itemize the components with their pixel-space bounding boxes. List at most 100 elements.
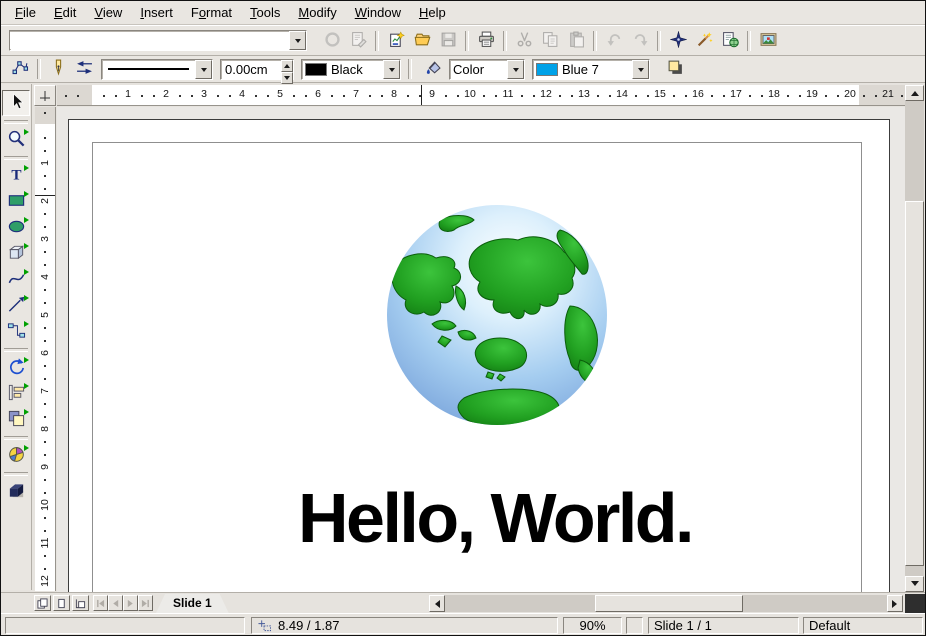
shadow-button[interactable] (662, 56, 688, 82)
menu-modify[interactable]: Modify (289, 2, 345, 23)
menu-file[interactable]: File (6, 2, 45, 23)
tool-3d-objects[interactable] (3, 242, 29, 266)
undo-icon (606, 31, 623, 51)
slide-title-text[interactable]: Hello, World. (290, 483, 700, 553)
tool-3d-controller[interactable] (3, 480, 29, 504)
line-pen-button[interactable] (45, 56, 71, 82)
separator (747, 31, 751, 51)
status-page-style-panel[interactable]: Default (803, 617, 923, 634)
spin-up-button[interactable] (281, 60, 293, 72)
vertical-scroll-thumb[interactable] (905, 201, 924, 566)
autopilot-button[interactable] (691, 28, 717, 54)
tool-alignment[interactable] (3, 382, 29, 406)
tool-insert[interactable] (3, 444, 29, 468)
line-style-dropdown-button[interactable] (195, 60, 212, 79)
ruler-number: 5 (277, 88, 283, 100)
chevron-down-icon (389, 68, 395, 75)
horizontal-scroll-thumb[interactable] (595, 595, 743, 612)
status-bar: 8.49 / 1.87 90% Slide 1 / 1 Default (1, 613, 926, 636)
globe-image[interactable] (384, 202, 610, 428)
arrow-right-icon (892, 600, 901, 608)
tool-arrange[interactable] (3, 408, 29, 432)
arrow-style-button[interactable] (71, 56, 97, 82)
curve-icon (7, 269, 26, 291)
ruler-number: 1 (39, 160, 51, 166)
menu-edit[interactable]: Edit (45, 2, 85, 23)
slide-tab[interactable]: Slide 1 (156, 594, 229, 613)
open-button[interactable] (409, 28, 435, 54)
submenu-arrow-icon (24, 269, 29, 275)
ruler-tick (369, 95, 371, 97)
gallery-button[interactable] (755, 28, 781, 54)
separator (503, 31, 507, 51)
open-icon (414, 31, 431, 51)
tool-rectangle[interactable] (3, 190, 29, 214)
status-position-panel[interactable]: 8.49 / 1.87 (251, 617, 558, 634)
ruler-tick (44, 264, 46, 266)
scroll-right-button[interactable] (887, 595, 903, 612)
fill-style-select[interactable]: Color (449, 59, 525, 80)
menu-view[interactable]: View (85, 2, 131, 23)
ruler-number: 3 (39, 236, 51, 242)
ruler-number: 16 (692, 88, 704, 100)
line-width-spinner[interactable]: 0.00cm (220, 59, 294, 80)
fill-button[interactable] (419, 56, 445, 82)
edit-points-button[interactable] (7, 56, 33, 82)
menu-help[interactable]: Help (410, 2, 455, 23)
layer-view-button[interactable] (72, 595, 89, 611)
fill-style-dropdown-button[interactable] (507, 60, 524, 79)
ruler-tick (44, 213, 46, 215)
fill-color-dropdown-button[interactable] (632, 60, 649, 79)
navigator-button[interactable] (665, 28, 691, 54)
tool-ellipse[interactable] (3, 216, 29, 240)
tool-lines-arrows[interactable] (3, 294, 29, 318)
tool-text[interactable]: T (3, 164, 29, 188)
tool-zoom[interactable] (3, 128, 29, 152)
vertical-scrollbar[interactable] (905, 85, 924, 592)
line-color-dropdown-button[interactable] (383, 60, 400, 79)
scroll-left-button[interactable] (429, 595, 445, 612)
fill-color-select[interactable]: Blue 7 (532, 59, 650, 80)
fill-style-label: Color (450, 62, 507, 77)
spin-down-button[interactable] (281, 72, 293, 84)
print-button[interactable] (473, 28, 499, 54)
ruler-number: 13 (578, 88, 590, 100)
tool-select[interactable] (2, 90, 30, 116)
tool-rotate[interactable] (3, 356, 29, 380)
horizontal-scrollbar[interactable] (445, 595, 887, 612)
menu-format[interactable]: Format (182, 2, 241, 23)
tool-connector[interactable] (3, 320, 29, 344)
ruler-number: 18 (768, 88, 780, 100)
ruler-tick (44, 137, 46, 139)
svg-text:T: T (11, 167, 21, 184)
line-style-select[interactable] (101, 59, 213, 80)
line-color-select[interactable]: Black (301, 59, 401, 80)
tool-curve[interactable] (3, 268, 29, 292)
scroll-down-button[interactable] (905, 576, 924, 592)
ruler-number: 10 (39, 499, 51, 511)
menu-window[interactable]: Window (346, 2, 410, 23)
slide-view-button[interactable] (34, 595, 51, 611)
horizontal-ruler: 123456789101112131415161718192021 (57, 85, 905, 106)
ruler-origin-button[interactable] (34, 85, 56, 106)
submenu-arrow-icon (24, 165, 29, 171)
ruler-tick (483, 95, 485, 97)
align-icon (7, 383, 26, 405)
workspace-canvas[interactable]: Hello, World. (57, 107, 905, 592)
menu-tools[interactable]: Tools (241, 2, 289, 23)
text-icon: T (7, 165, 26, 187)
scroll-up-button[interactable] (905, 85, 924, 101)
ruler-tick (331, 95, 333, 97)
load-url-input[interactable] (10, 32, 289, 49)
ruler-tick (44, 327, 46, 329)
redo-button (627, 28, 653, 54)
web-export-button[interactable] (717, 28, 743, 54)
status-slide-panel[interactable]: Slide 1 / 1 (648, 617, 799, 634)
ruler-tick (647, 95, 649, 97)
ruler-number: 2 (163, 88, 169, 100)
menu-insert[interactable]: Insert (131, 2, 182, 23)
status-zoom-panel[interactable]: 90% (563, 617, 622, 634)
new-document-button[interactable] (383, 28, 409, 54)
master-view-button[interactable] (53, 595, 70, 611)
load-url-dropdown-button[interactable] (289, 31, 306, 50)
